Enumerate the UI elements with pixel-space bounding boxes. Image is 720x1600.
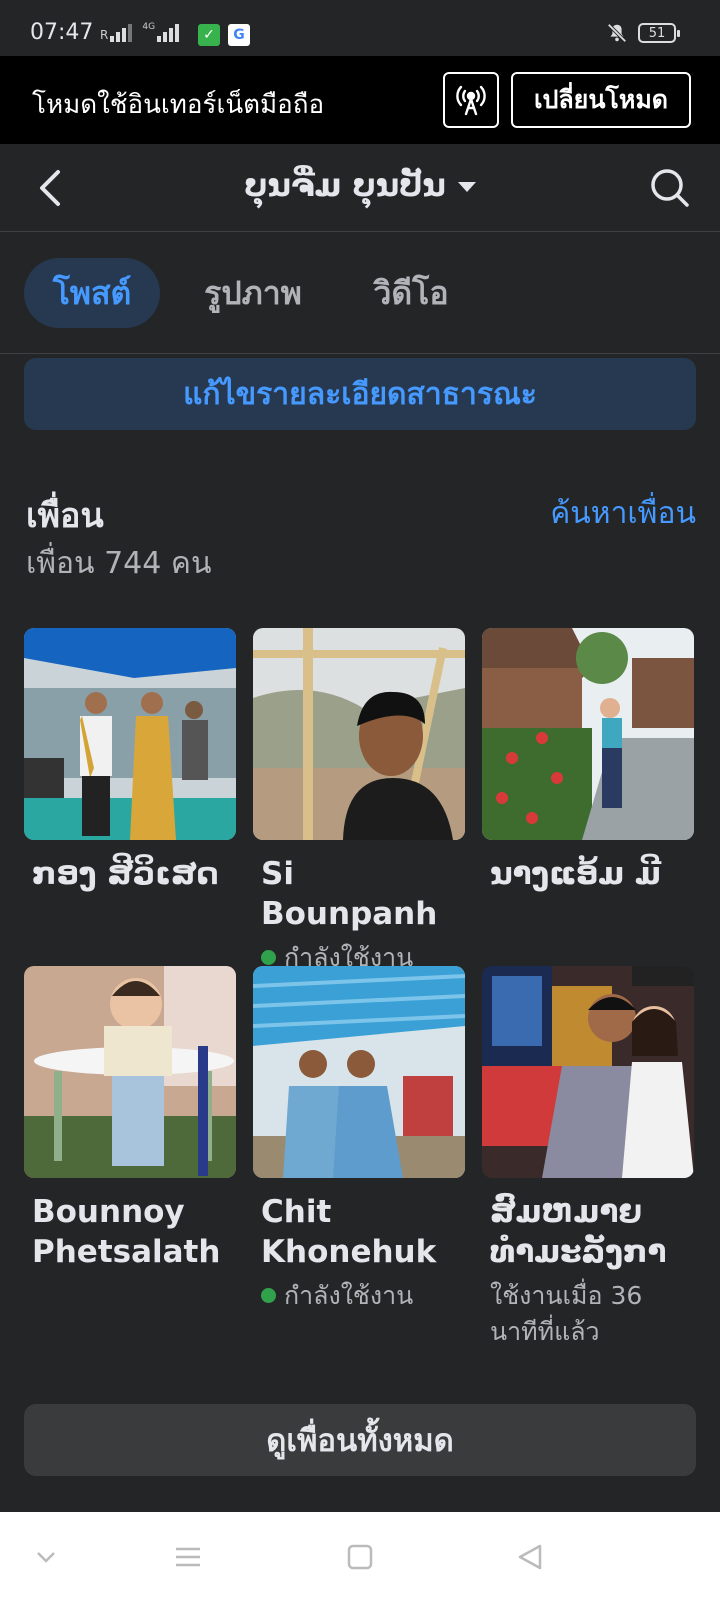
friend-name[interactable]: ສົມຫມາຍ ທຳມະລັງກາ xyxy=(482,1192,694,1272)
data-mode-text: โหมดใช้อินเทอร์เน็ตมือถือ xyxy=(32,90,325,120)
profile-tabs: โพสต์ รูปภาพ วิดีโอ xyxy=(0,232,720,354)
mute-notification-icon xyxy=(607,23,627,43)
friend-card[interactable]: ສົມຫມາຍ ທຳມະລັງກາ ใช้งานเมื่อ 36 นาทีที่… xyxy=(482,966,694,1350)
edit-public-details-button[interactable]: แก้ไขรายละเอียดสาธารณะ xyxy=(24,358,696,430)
back-triangle-icon xyxy=(518,1544,542,1570)
nav-back-button[interactable] xyxy=(510,1540,550,1574)
friend-status: กำลังใช้งาน xyxy=(253,1278,465,1314)
friend-name[interactable]: ກອງ ສີວິເສດ xyxy=(24,854,236,894)
friend-name[interactable]: Bounnoy Phetsalath xyxy=(24,1192,236,1272)
chevron-down-icon xyxy=(457,182,476,192)
nav-recents-button[interactable] xyxy=(168,1540,208,1574)
friends-count: เพื่อน 744 คน xyxy=(26,546,212,581)
system-navigation-bar xyxy=(0,1512,720,1600)
friend-photo[interactable] xyxy=(24,966,236,1178)
search-icon xyxy=(651,169,689,207)
mobile-data-banner: โหมดใช้อินเทอร์เน็ตมือถือ เปลี่ยนโหมด xyxy=(0,56,720,144)
friend-photo[interactable] xyxy=(482,628,694,840)
friend-name[interactable]: Si Bounpanh xyxy=(253,854,465,934)
tab-photos[interactable]: รูปภาพ xyxy=(178,258,328,328)
status-bar: 07:47 R 4G ✓ G 51 xyxy=(0,0,720,56)
roaming-indicator: R xyxy=(100,28,109,42)
friend-card[interactable]: Chit Khonehuk กำลังใช้งาน xyxy=(253,966,465,1314)
google-icon: G xyxy=(228,24,250,46)
broadcast-tower-button[interactable] xyxy=(443,72,499,128)
friend-photo[interactable] xyxy=(24,628,236,840)
chevron-down-icon xyxy=(37,1552,55,1563)
tab-videos[interactable]: วิดีโอ xyxy=(346,258,476,328)
friend-photo[interactable] xyxy=(482,966,694,1178)
friend-card[interactable]: ນາງແອ້ມ ມີ xyxy=(482,628,694,894)
tab-posts[interactable]: โพสต์ xyxy=(24,258,160,328)
online-indicator xyxy=(261,949,276,965)
nav-home-button[interactable] xyxy=(340,1540,380,1574)
status-time: 07:47 xyxy=(30,20,94,45)
online-indicator xyxy=(261,1287,276,1303)
profile-name-dropdown[interactable]: ບຸນຈື່ມ ບຸນປັນ xyxy=(0,166,720,204)
nav-hide-button[interactable] xyxy=(26,1540,66,1574)
battery-icon: 51 xyxy=(638,23,680,43)
battery-level: 51 xyxy=(648,25,666,41)
cell-signal-icon: R 4G xyxy=(100,22,180,42)
switch-mode-button[interactable]: เปลี่ยนโหมด xyxy=(511,72,691,128)
search-button[interactable] xyxy=(648,166,692,210)
profile-header: ບຸນຈື່ມ ບຸນປັນ xyxy=(0,144,720,232)
profile-name: ບຸນຈື່ມ ບຸນປັນ xyxy=(244,166,446,204)
broadcast-tower-icon xyxy=(456,85,486,116)
home-square-icon xyxy=(347,1544,373,1570)
friend-card[interactable]: Si Bounpanh กำลังใช้งาน xyxy=(253,628,465,976)
friend-card[interactable]: ກອງ ສີວິເສດ xyxy=(24,628,236,894)
friend-name[interactable]: ນາງແອ້ມ ມີ xyxy=(482,854,694,894)
friend-photo[interactable] xyxy=(253,628,465,840)
friend-name[interactable]: Chit Khonehuk xyxy=(253,1192,465,1272)
network-type: 4G xyxy=(142,22,156,32)
friend-status: ใช้งานเมื่อ 36 นาทีที่แล้ว xyxy=(490,1281,643,1346)
see-all-friends-button[interactable]: ดูเพื่อนทั้งหมด xyxy=(24,1404,696,1476)
menu-icon xyxy=(176,1547,200,1567)
friends-section-title: เพื่อน xyxy=(26,496,104,536)
find-friends-link[interactable]: ค้นหาเพื่อน xyxy=(550,490,696,537)
friend-card[interactable]: Bounnoy Phetsalath xyxy=(24,966,236,1272)
app-notification-icon: ✓ xyxy=(198,24,220,46)
friend-photo[interactable] xyxy=(253,966,465,1178)
